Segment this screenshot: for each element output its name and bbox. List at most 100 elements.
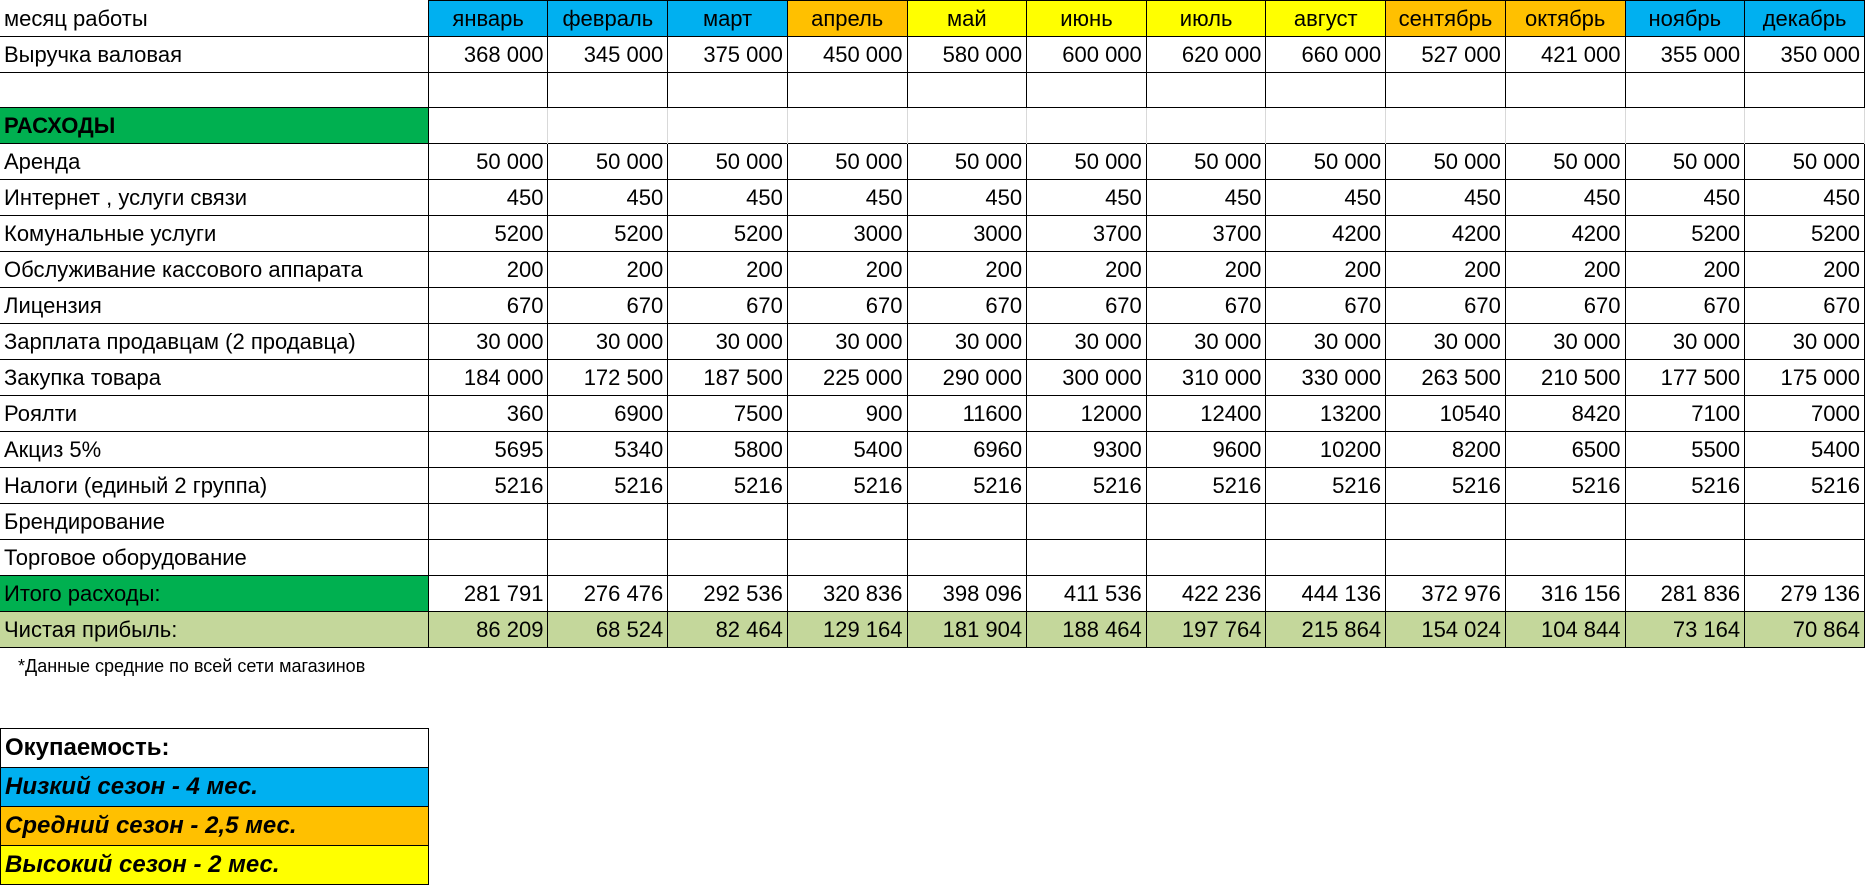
value-cell[interactable]: 3700 <box>1145 215 1267 252</box>
value-cell[interactable]: 5340 <box>547 431 669 468</box>
value-cell[interactable] <box>1744 539 1865 576</box>
value-cell[interactable]: 330 000 <box>1265 359 1387 396</box>
value-cell[interactable]: 154 024 <box>1385 611 1506 648</box>
value-cell[interactable]: 200 <box>1744 251 1865 288</box>
value-cell[interactable]: 360 <box>427 395 549 432</box>
row-label-cell[interactable]: Брендирование <box>0 503 429 540</box>
value-cell[interactable] <box>1385 503 1506 540</box>
value-cell[interactable]: 3000 <box>786 215 908 252</box>
row-label-cell[interactable]: Интернет , услуги связи <box>0 179 429 216</box>
value-cell[interactable]: 620 000 <box>1145 36 1267 73</box>
value-cell[interactable] <box>1265 503 1387 540</box>
value-cell[interactable]: 129 164 <box>786 611 908 648</box>
value-cell[interactable]: 372 976 <box>1385 575 1506 612</box>
value-cell[interactable]: 450 <box>1385 179 1506 216</box>
value-cell[interactable]: 82 464 <box>667 611 788 648</box>
value-cell[interactable]: 12400 <box>1145 395 1267 432</box>
value-cell[interactable] <box>1026 72 1147 108</box>
month-header-cell[interactable]: май <box>906 0 1028 37</box>
value-cell[interactable]: 9300 <box>1026 431 1147 468</box>
value-cell[interactable]: 6960 <box>906 431 1028 468</box>
value-cell[interactable]: 200 <box>1504 251 1626 288</box>
value-cell[interactable] <box>547 539 669 576</box>
value-cell[interactable]: 670 <box>547 287 669 324</box>
empty-cell[interactable] <box>906 107 1028 144</box>
value-cell[interactable]: 450 <box>1026 179 1147 216</box>
value-cell[interactable]: 50 000 <box>786 143 908 180</box>
row-label-cell[interactable]: Комунальные услуги <box>0 215 429 252</box>
section-title-cell[interactable]: РАСХОДЫ <box>0 107 429 144</box>
value-cell[interactable]: 670 <box>1145 287 1267 324</box>
value-cell[interactable]: 5216 <box>906 467 1028 504</box>
payback-mid-season[interactable]: Средний сезон - 2,5 мес. <box>0 806 429 846</box>
value-cell[interactable]: 292 536 <box>667 575 788 612</box>
value-cell[interactable] <box>667 72 788 108</box>
value-cell[interactable]: 30 000 <box>1145 323 1267 360</box>
value-cell[interactable]: 450 <box>786 179 908 216</box>
value-cell[interactable]: 200 <box>786 251 908 288</box>
value-cell[interactable]: 13200 <box>1265 395 1387 432</box>
value-cell[interactable]: 188 464 <box>1026 611 1147 648</box>
empty-cell[interactable] <box>1145 107 1267 144</box>
value-cell[interactable] <box>786 503 908 540</box>
payback-high-season[interactable]: Высокий сезон - 2 мес. <box>0 845 429 885</box>
month-header-cell[interactable]: август <box>1265 0 1387 37</box>
value-cell[interactable]: 450 <box>1624 179 1746 216</box>
value-cell[interactable]: 50 000 <box>1504 143 1626 180</box>
value-cell[interactable] <box>547 503 669 540</box>
value-cell[interactable] <box>1504 72 1626 108</box>
value-cell[interactable]: 210 500 <box>1504 359 1626 396</box>
value-cell[interactable]: 30 000 <box>427 323 549 360</box>
value-cell[interactable]: 4200 <box>1504 215 1626 252</box>
empty-cell[interactable] <box>1504 107 1626 144</box>
value-cell[interactable]: 450 <box>667 179 788 216</box>
value-cell[interactable]: 450 <box>1744 179 1865 216</box>
value-cell[interactable]: 73 164 <box>1624 611 1746 648</box>
value-cell[interactable] <box>427 539 549 576</box>
value-cell[interactable] <box>1385 539 1506 576</box>
value-cell[interactable]: 30 000 <box>547 323 669 360</box>
value-cell[interactable]: 30 000 <box>1265 323 1387 360</box>
empty-cell[interactable] <box>667 107 788 144</box>
value-cell[interactable]: 30 000 <box>906 323 1028 360</box>
value-cell[interactable] <box>1744 72 1865 108</box>
value-cell[interactable] <box>1145 72 1267 108</box>
value-cell[interactable] <box>1145 503 1267 540</box>
value-cell[interactable] <box>427 72 549 108</box>
value-cell[interactable]: 670 <box>906 287 1028 324</box>
month-header-cell[interactable]: июль <box>1145 0 1267 37</box>
value-cell[interactable]: 70 864 <box>1744 611 1865 648</box>
value-cell[interactable]: 30 000 <box>1504 323 1626 360</box>
value-cell[interactable]: 3000 <box>906 215 1028 252</box>
row-label-cell[interactable] <box>0 72 429 108</box>
value-cell[interactable] <box>1744 503 1865 540</box>
value-cell[interactable]: 200 <box>667 251 788 288</box>
value-cell[interactable]: 670 <box>786 287 908 324</box>
empty-cell[interactable] <box>1026 107 1147 144</box>
value-cell[interactable]: 670 <box>1504 287 1626 324</box>
value-cell[interactable]: 30 000 <box>1026 323 1147 360</box>
value-cell[interactable]: 290 000 <box>906 359 1028 396</box>
value-cell[interactable]: 9600 <box>1145 431 1267 468</box>
value-cell[interactable] <box>1026 539 1147 576</box>
value-cell[interactable]: 300 000 <box>1026 359 1147 396</box>
empty-cell[interactable] <box>1744 107 1865 144</box>
row-label-cell[interactable]: Итого расходы: <box>0 575 429 612</box>
value-cell[interactable]: 30 000 <box>1624 323 1746 360</box>
value-cell[interactable]: 50 000 <box>1026 143 1147 180</box>
value-cell[interactable]: 5216 <box>667 467 788 504</box>
value-cell[interactable]: 5216 <box>1624 467 1746 504</box>
value-cell[interactable] <box>1265 539 1387 576</box>
value-cell[interactable] <box>547 72 669 108</box>
value-cell[interactable]: 345 000 <box>547 36 669 73</box>
header-label-cell[interactable]: месяц работы <box>0 0 429 37</box>
value-cell[interactable] <box>427 503 549 540</box>
value-cell[interactable]: 355 000 <box>1624 36 1746 73</box>
value-cell[interactable]: 421 000 <box>1504 36 1626 73</box>
value-cell[interactable]: 5500 <box>1624 431 1746 468</box>
row-label-cell[interactable]: Лицензия <box>0 287 429 324</box>
value-cell[interactable]: 200 <box>1026 251 1147 288</box>
value-cell[interactable]: 50 000 <box>1145 143 1267 180</box>
value-cell[interactable]: 320 836 <box>786 575 908 612</box>
value-cell[interactable] <box>786 539 908 576</box>
